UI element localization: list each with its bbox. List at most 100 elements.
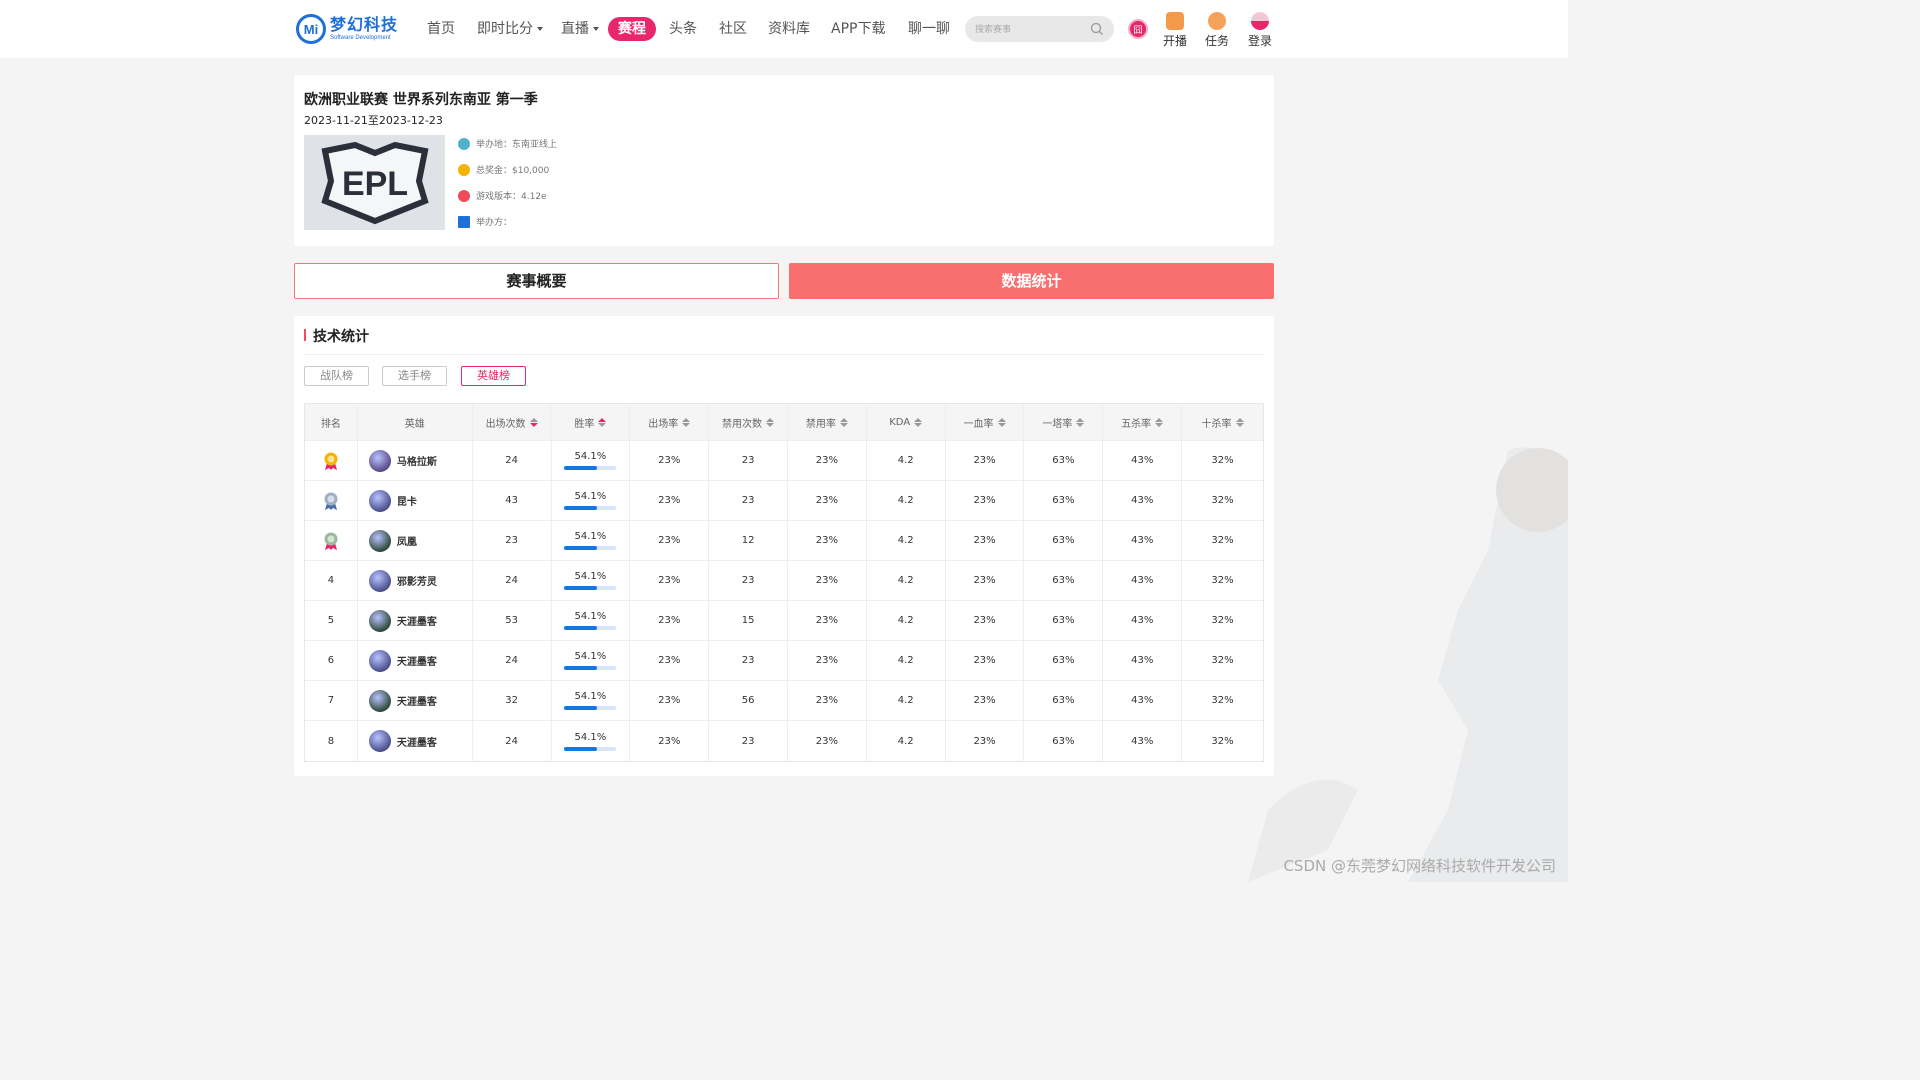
- nav-item-5[interactable]: 社区: [719, 17, 747, 41]
- ranking-tab-1[interactable]: 选手榜: [382, 366, 447, 386]
- table-row[interactable]: 6 天涯墨客 24 54.1% 23% 23 23% 4.2 23% 63% 43% 32%: [305, 641, 1263, 681]
- hero-avatar: [368, 569, 391, 592]
- nav-label: 头条: [669, 21, 697, 37]
- table-row[interactable]: 4 邪影芳灵 24 54.1% 23% 23 23% 4.2 23% 63% 43% 32%: [305, 561, 1263, 601]
- ban-rate-cell: 23%: [788, 641, 867, 680]
- bans-value: 12: [741, 535, 755, 546]
- sort-icon[interactable]: [839, 417, 848, 427]
- column-header[interactable]: 出场次数: [473, 404, 552, 440]
- column-header[interactable]: 一血率: [946, 404, 1025, 440]
- hero-cell[interactable]: 凤凰: [358, 521, 473, 560]
- sort-icon[interactable]: [1235, 417, 1244, 427]
- hero-cell[interactable]: 邪影芳灵: [358, 561, 473, 600]
- event-date: 2023-11-21至2023-12-23: [304, 114, 443, 127]
- hero-cell[interactable]: 天涯墨客: [358, 601, 473, 640]
- nav-item-3[interactable]: 赛程: [608, 17, 656, 41]
- table-row[interactable]: 马格拉斯 24 54.1% 23% 23 23% 4.2 23% 63% 43% 32%: [305, 441, 1263, 481]
- hero-avatar: [368, 449, 391, 472]
- column-header[interactable]: 十杀率: [1182, 404, 1263, 440]
- hero-cell[interactable]: 天涯墨客: [358, 681, 473, 720]
- table-row[interactable]: 昆卡 43 54.1% 23% 23 23% 4.2 23% 63% 43% 32%: [305, 481, 1263, 521]
- chevron-down-icon: [593, 27, 599, 31]
- rank-cell: 8: [305, 721, 358, 761]
- column-header[interactable]: 胜率: [551, 404, 631, 440]
- hero-avatar: [368, 730, 391, 752]
- first-blood-cell: 23%: [946, 481, 1025, 520]
- column-header[interactable]: 出场率: [630, 404, 710, 440]
- hero-cell[interactable]: 昆卡: [358, 481, 473, 520]
- nav-item-2[interactable]: 直播: [561, 17, 599, 41]
- ranking-tab-2[interactable]: 英雄榜: [461, 366, 526, 386]
- nav-item-0[interactable]: 首页: [427, 17, 455, 41]
- sort-icon[interactable]: [682, 417, 691, 427]
- hero-cell[interactable]: 天涯墨客: [358, 641, 473, 680]
- event-logo-text: EPL: [341, 165, 407, 203]
- table-row[interactable]: 凤凰 23 54.1% 23% 12 23% 4.2 23% 63% 43% 32%: [305, 521, 1263, 561]
- sort-icon[interactable]: [766, 417, 775, 427]
- sort-icon[interactable]: [1076, 417, 1085, 427]
- rank-cell: 4: [305, 561, 358, 600]
- emoji-badge-icon[interactable]: 囧: [1128, 19, 1148, 39]
- win-rate-cell: 54.1%: [552, 481, 631, 520]
- ban-rate-cell: 23%: [788, 441, 867, 480]
- ban-rate-value: 23%: [815, 455, 839, 466]
- column-header[interactable]: 禁用率: [788, 404, 867, 440]
- rank-cell: [305, 521, 358, 560]
- hero-name: 天涯墨客: [396, 657, 437, 668]
- win-rate-value: 54.1%: [574, 691, 607, 702]
- table-row[interactable]: 5 天涯墨客 53 54.1% 23% 15 23% 4.2 23% 63% 43% 32%: [305, 601, 1263, 641]
- nav-item-8[interactable]: 聊一聊: [908, 17, 950, 41]
- win-rate-progress-bar: [564, 506, 617, 510]
- table-row[interactable]: 8 天涯墨客 24 54.1% 23% 23 23% 4.2 23% 63% 43% 32%: [305, 721, 1263, 761]
- ban-rate-value: 23%: [815, 615, 839, 626]
- kda-cell: 4.2: [867, 641, 946, 680]
- ten-kill-cell: 32%: [1182, 681, 1263, 720]
- sort-icon[interactable]: [1155, 417, 1164, 427]
- broadcast-button[interactable]: 开播: [1160, 12, 1190, 49]
- top-navigation-bar: Mi 梦幻科技 Software Development 首页 即时比分 直播 赛程 头…: [0, 0, 1568, 58]
- nav-item-7[interactable]: APP下载: [831, 17, 885, 41]
- ten-kill-value: 32%: [1211, 655, 1234, 666]
- games-cell: 24: [473, 561, 552, 600]
- column-header[interactable]: KDA: [867, 404, 946, 440]
- games-cell: 24: [473, 441, 552, 480]
- ten-kill-value: 32%: [1211, 615, 1234, 626]
- site-logo[interactable]: Mi 梦幻科技 Software Development: [296, 12, 398, 46]
- nav-label: APP下载: [831, 21, 886, 37]
- login-button[interactable]: 登录: [1245, 12, 1275, 49]
- first-blood-value: 23%: [973, 575, 996, 586]
- watermark-text: CSDN @东莞梦幻网络科技软件开发公司: [1283, 857, 1556, 875]
- column-header[interactable]: 禁用次数: [709, 404, 788, 440]
- nav-item-1[interactable]: 即时比分: [477, 17, 543, 41]
- penta-value: 43%: [1131, 575, 1154, 586]
- nav-item-4[interactable]: 头条: [669, 17, 697, 41]
- win-rate-cell: 54.1%: [552, 561, 631, 600]
- hero-cell[interactable]: 天涯墨客: [358, 721, 473, 761]
- penta-cell: 43%: [1103, 561, 1183, 600]
- ranking-tab-0[interactable]: 战队榜: [304, 366, 369, 386]
- sort-icon[interactable]: [598, 417, 607, 427]
- table-header-row: 排名 英雄 出场次数 胜率 出场率 禁用次数 禁用率 KDA 一血率 一塔率 五杀率 十杀率: [305, 404, 1263, 441]
- ten-kill-cell: 32%: [1182, 441, 1263, 480]
- event-meta-text: 总奖金：$10,000: [476, 166, 550, 176]
- column-header-label: 一血率: [963, 418, 994, 430]
- tab-overview[interactable]: 赛事概要: [294, 263, 779, 299]
- first-blood-cell: 23%: [946, 721, 1025, 761]
- search-input[interactable]: [975, 20, 1085, 38]
- ban-rate-value: 23%: [815, 655, 839, 666]
- sort-icon[interactable]: [997, 417, 1006, 427]
- task-button[interactable]: 任务: [1202, 12, 1232, 49]
- column-header: 排名: [305, 404, 358, 440]
- sort-icon[interactable]: [914, 417, 923, 427]
- win-rate-progress-fill: [564, 666, 597, 670]
- column-header[interactable]: 五杀率: [1103, 404, 1183, 440]
- sort-icon[interactable]: [529, 417, 538, 427]
- ten-kill-value: 32%: [1211, 575, 1234, 586]
- nav-item-6[interactable]: 资料库: [768, 17, 810, 41]
- tab-stats[interactable]: 数据统计: [789, 263, 1274, 299]
- bans-cell: 12: [709, 521, 788, 560]
- hero-cell[interactable]: 马格拉斯: [358, 441, 473, 480]
- table-row[interactable]: 7 天涯墨客 32 54.1% 23% 56 23% 4.2 23% 63% 43% 32%: [305, 681, 1263, 721]
- search-icon[interactable]: [1090, 22, 1104, 36]
- column-header[interactable]: 一塔率: [1024, 404, 1104, 440]
